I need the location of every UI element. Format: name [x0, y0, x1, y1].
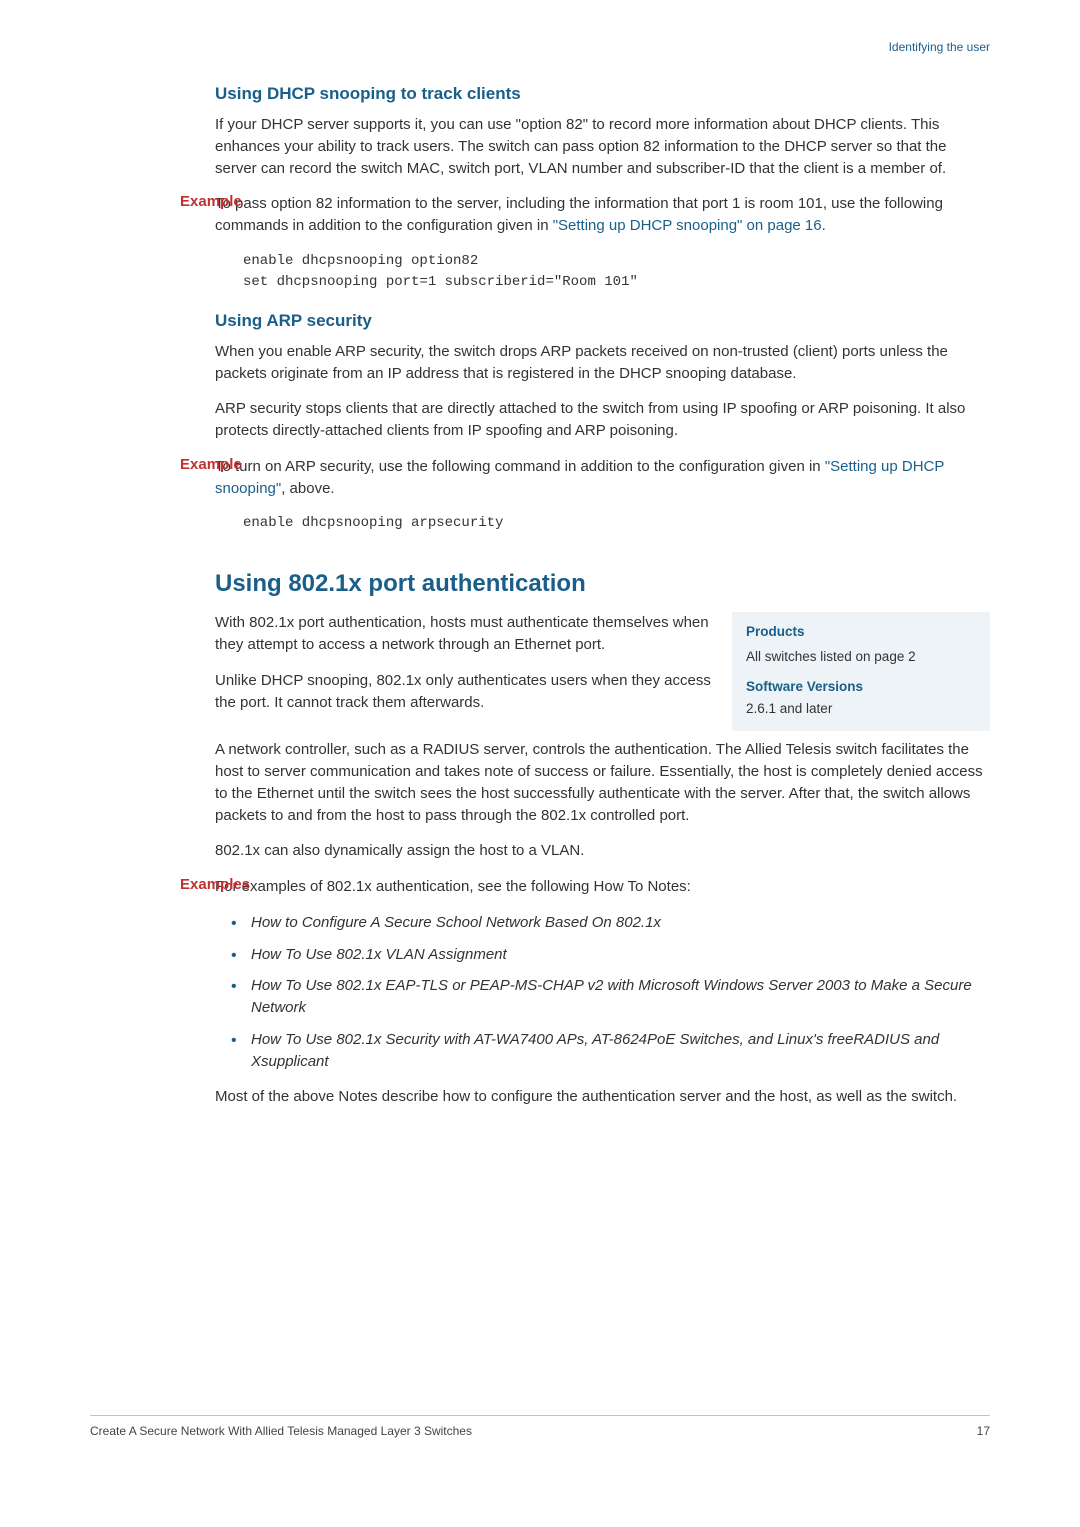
- heading-dhcp-option82: Using DHCP snooping to track clients: [215, 84, 990, 104]
- example-2-text-a: To turn on ARP security, use the followi…: [215, 458, 825, 475]
- 8021x-para4: 802.1x can also dynamically assign the h…: [215, 840, 990, 862]
- list-item: How To Use 802.1x VLAN Assignment: [235, 944, 990, 966]
- software-versions-heading: Software Versions: [746, 677, 976, 697]
- dhcp-option82-para1: If your DHCP server supports it, you can…: [215, 114, 990, 179]
- examples-intro: For examples of 802.1x authentication, s…: [215, 876, 990, 898]
- list-item: How To Use 802.1x EAP-TLS or PEAP-MS-CHA…: [235, 975, 990, 1019]
- footer-page-number: 17: [977, 1424, 990, 1438]
- code-block-2: enable dhcpsnooping arpsecurity: [243, 513, 990, 534]
- list-item: How to Configure A Secure School Network…: [235, 912, 990, 934]
- code-line-1a: enable dhcpsnooping option82: [243, 251, 990, 272]
- products-heading: Products: [746, 622, 976, 642]
- heading-8021x: Using 802.1x port authentication: [215, 570, 990, 598]
- page-header-section: Identifying the user: [90, 40, 990, 54]
- code-block-1: enable dhcpsnooping option82 set dhcpsno…: [243, 251, 990, 293]
- list-item: How To Use 802.1x Security with AT-WA740…: [235, 1029, 990, 1073]
- footer-title: Create A Secure Network With Allied Tele…: [90, 1424, 472, 1438]
- heading-arp-security: Using ARP security: [215, 311, 990, 331]
- example-1-text-b: .: [822, 217, 826, 234]
- page-footer: Create A Secure Network With Allied Tele…: [90, 1415, 990, 1438]
- software-versions-line: 2.6.1 and later: [746, 699, 976, 719]
- arp-para2: ARP security stops clients that are dire…: [215, 398, 990, 442]
- examples-list: How to Configure A Secure School Network…: [215, 912, 990, 1073]
- code-line-2a: enable dhcpsnooping arpsecurity: [243, 513, 990, 534]
- example-label-2: Example: [180, 456, 290, 473]
- example-1-text: To pass option 82 information to the ser…: [215, 193, 990, 237]
- products-line1: All switches listed on page 2: [746, 647, 976, 667]
- link-setting-up-dhcp-1[interactable]: "Setting up DHCP snooping" on page 16: [553, 217, 822, 234]
- 8021x-para3: A network controller, such as a RADIUS s…: [215, 739, 990, 826]
- arp-para1: When you enable ARP security, the switch…: [215, 341, 990, 385]
- code-line-1b: set dhcpsnooping port=1 subscriberid="Ro…: [243, 272, 990, 293]
- examples-label: Examples: [180, 876, 290, 893]
- example-2-text: To turn on ARP security, use the followi…: [215, 456, 990, 500]
- example-label-1: Example: [180, 193, 290, 210]
- example-2-text-b: , above.: [281, 480, 334, 497]
- products-box: Products All switches listed on page 2 S…: [732, 612, 990, 731]
- 8021x-para5: Most of the above Notes describe how to …: [215, 1086, 990, 1108]
